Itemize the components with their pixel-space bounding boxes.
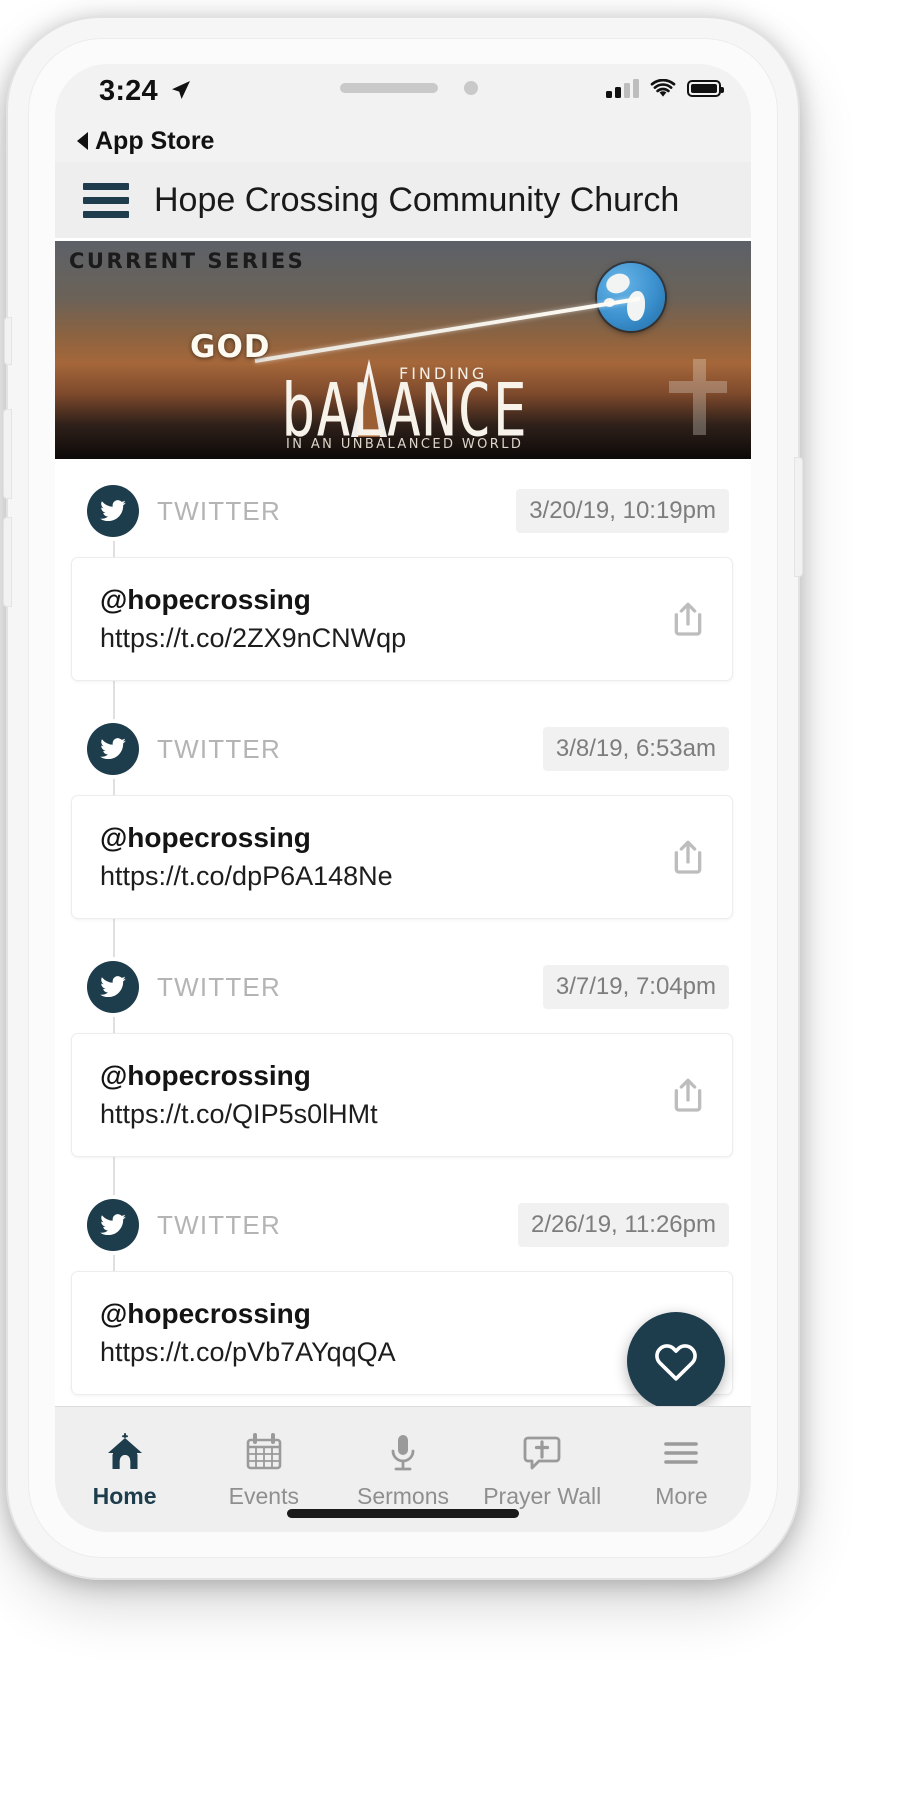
phone-screen: 3:24 App Store Hope Crossing Community C… [55, 64, 751, 1532]
earpiece-speaker [340, 83, 438, 93]
tweet-url[interactable]: https://t.co/QIP5s0lHMt [100, 1099, 652, 1130]
status-indicators [606, 79, 724, 98]
tweet-handle: @hopecrossing [100, 1298, 311, 1329]
tweet-url[interactable]: https://t.co/2ZX9nCNWqp [100, 623, 652, 654]
tab-label: Home [92, 1482, 157, 1509]
hamburger-menu-icon[interactable] [83, 182, 129, 218]
tweet-url[interactable]: https://t.co/pVb7AYqqQA [100, 1337, 652, 1368]
phone-frame: 3:24 App Store Hope Crossing Community C… [4, 18, 802, 1578]
tab-label: Prayer Wall [483, 1482, 602, 1509]
tab-label: More [655, 1482, 708, 1509]
feed-item: TWITTER 3/20/19, 10:19pm @hopecrossing h… [55, 477, 751, 681]
heart-icon [655, 1344, 697, 1381]
feed-item: TWITTER 3/7/19, 7:04pm @hopecrossing htt… [55, 953, 751, 1157]
cross-icon [667, 359, 729, 435]
tab-label: Events [228, 1482, 299, 1509]
banner-subtitle: IN AN UNBALANCED WORLD [286, 437, 524, 452]
feed-timestamp: 3/20/19, 10:19pm [516, 489, 729, 533]
twitter-bird-icon [87, 1199, 139, 1251]
feed-gap [55, 1157, 751, 1191]
volume-down-button[interactable] [4, 518, 11, 606]
tweet-card[interactable]: @hopecrossing https://t.co/2ZX9nCNWqp [71, 557, 733, 681]
microphone-icon [381, 1430, 425, 1476]
banner-word-god: GOD [190, 329, 271, 365]
back-triangle-icon [77, 132, 88, 150]
feed-timestamp: 2/26/19, 11:26pm [517, 1203, 729, 1247]
cellular-signal-icon [606, 79, 639, 98]
tweet-card[interactable]: @hopecrossing https://t.co/QIP5s0lHMt [71, 1033, 733, 1157]
home-indicator[interactable] [287, 1509, 519, 1518]
status-time: 3:24 [99, 75, 158, 107]
device-notch [262, 64, 544, 120]
banner-kicker: CURRENT SERIES [69, 249, 306, 273]
front-camera [464, 81, 478, 95]
social-feed: TWITTER 3/20/19, 10:19pm @hopecrossing h… [55, 459, 751, 1395]
feed-timestamp: 3/7/19, 7:04pm [542, 965, 729, 1009]
tweet-card[interactable]: @hopecrossing https://t.co/dpP6A148Ne [71, 795, 733, 919]
feed-item-header: TWITTER 3/20/19, 10:19pm [55, 477, 751, 545]
back-label: App Store [95, 126, 215, 155]
feed-source-label: TWITTER [157, 733, 281, 764]
silent-switch[interactable] [5, 318, 11, 364]
scroll-content[interactable]: CURRENT SERIES GOD FINDING bALANCE IN AN… [55, 238, 751, 1406]
wifi-icon [650, 79, 676, 97]
tab-label: Sermons [356, 1482, 450, 1509]
prayer-bubble-icon [520, 1430, 564, 1476]
feed-source-label: TWITTER [157, 495, 281, 526]
tab-home[interactable]: Home [55, 1407, 194, 1532]
app-navbar: Hope Crossing Community Church [55, 162, 751, 238]
back-to-app-store-button[interactable]: App Store [55, 120, 751, 162]
feed-item: TWITTER 3/8/19, 6:53am @hopecrossing htt… [55, 715, 751, 919]
feed-item-header: TWITTER 3/8/19, 6:53am [55, 715, 751, 783]
location-arrow-icon [172, 81, 190, 99]
balance-beam [254, 296, 641, 363]
more-lines-icon [659, 1430, 703, 1476]
battery-full-icon [687, 80, 724, 97]
feed-source-label: TWITTER [157, 1209, 281, 1240]
share-arrow-icon[interactable] [668, 599, 708, 639]
page-title: Hope Crossing Community Church [154, 180, 680, 219]
twitter-bird-icon [87, 723, 139, 775]
tweet-handle: @hopecrossing [100, 822, 311, 853]
tweet-url[interactable]: https://t.co/dpP6A148Ne [100, 861, 652, 892]
feed-timestamp: 3/8/19, 6:53am [542, 727, 729, 771]
tab-more[interactable]: More [612, 1407, 751, 1532]
feed-gap [55, 681, 751, 715]
church-icon [103, 1430, 147, 1476]
calendar-icon [242, 1430, 286, 1476]
tweet-handle: @hopecrossing [100, 584, 311, 615]
volume-up-button[interactable] [4, 410, 11, 498]
feed-source-label: TWITTER [157, 971, 281, 1002]
current-series-banner[interactable]: CURRENT SERIES GOD FINDING bALANCE IN AN… [55, 241, 751, 459]
favorite-fab-button[interactable] [627, 1312, 725, 1410]
power-button[interactable] [795, 458, 802, 576]
feed-item-header: TWITTER 3/7/19, 7:04pm [55, 953, 751, 1021]
twitter-bird-icon [87, 961, 139, 1013]
twitter-bird-icon [87, 485, 139, 537]
feed-gap [55, 919, 751, 953]
feed-item-header: TWITTER 2/26/19, 11:26pm [55, 1191, 751, 1259]
share-arrow-icon[interactable] [668, 837, 708, 877]
share-arrow-icon[interactable] [668, 1075, 708, 1115]
tweet-handle: @hopecrossing [100, 1060, 311, 1091]
